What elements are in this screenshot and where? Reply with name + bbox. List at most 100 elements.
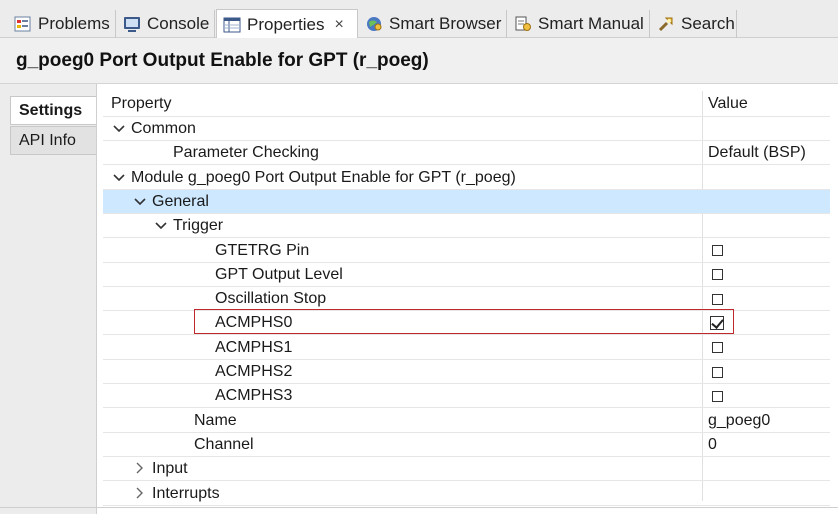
property-label: Module g_poeg0 Port Output Enable for GP… (131, 168, 516, 186)
table-row[interactable]: ACMPHS3 (103, 384, 830, 409)
property-cell: ACMPHS3 (103, 384, 793, 408)
view-tab-bar: Problems Console Properties × Smart Brow… (0, 0, 838, 39)
table-row[interactable]: GPT Output Level (103, 263, 830, 287)
checkbox[interactable] (712, 390, 723, 402)
value-cell[interactable]: 0 (703, 433, 830, 457)
checkbox[interactable] (712, 269, 723, 281)
tab-console[interactable]: Console (117, 10, 215, 38)
property-cell: Channel (103, 433, 772, 457)
property-label: ACMPHS1 (215, 338, 293, 356)
value-cell[interactable] (703, 166, 830, 190)
property-cell: General (103, 190, 730, 214)
side-tab-settings[interactable]: Settings (10, 96, 96, 125)
side-tab-bar: Settings API Info (0, 84, 97, 514)
value-cell[interactable] (703, 214, 830, 238)
value-cell[interactable] (703, 482, 830, 506)
table-header: Property Value (103, 91, 830, 117)
property-cell: ACMPHS0 (103, 311, 793, 335)
property-table: Property Value Common Parameter Checking D… (103, 91, 830, 506)
tab-search[interactable]: Search (651, 10, 737, 38)
tab-smart-browser[interactable]: Smart Browser (359, 10, 507, 38)
tab-smart-manual[interactable]: Smart Manual (508, 10, 650, 38)
property-label: Channel (194, 435, 254, 453)
value-cell[interactable]: Default (BSP) (703, 141, 830, 165)
property-cell: GPT Output Level (103, 263, 793, 287)
checkbox[interactable] (712, 366, 723, 378)
property-cell: Interrupts (103, 482, 730, 506)
property-value: 0 (708, 435, 717, 453)
property-label: Common (131, 120, 196, 137)
property-cell: Module g_poeg0 Port Output Enable for GP… (103, 166, 709, 190)
table-row[interactable]: ACMPHS1 (103, 336, 830, 360)
value-cell[interactable] (703, 384, 830, 408)
property-label: Input (152, 460, 188, 478)
table-row[interactable]: ACMPHS2 (103, 360, 830, 384)
checkbox[interactable] (712, 245, 723, 256)
property-label: Trigger (173, 217, 224, 235)
close-icon[interactable]: × (334, 16, 343, 34)
property-label: Parameter Checking (173, 144, 319, 162)
chevron-right-icon[interactable] (132, 461, 148, 477)
property-label: Oscillation Stop (215, 290, 327, 308)
property-cell: ACMPHS1 (103, 336, 793, 360)
property-cell: Common (103, 117, 709, 141)
table-row[interactable]: GTETRG Pin (103, 239, 830, 263)
properties-icon (223, 16, 241, 34)
console-icon (123, 15, 141, 33)
property-label: ACMPHS2 (215, 363, 293, 380)
property-cell: GTETRG Pin (103, 239, 793, 263)
value-cell[interactable] (703, 457, 830, 481)
checkbox[interactable] (712, 293, 723, 305)
value-cell[interactable] (703, 263, 830, 287)
property-cell: Input (103, 457, 730, 481)
table-row[interactable]: Input (103, 457, 830, 482)
tab-label: Properties (247, 14, 325, 34)
property-label: Interrupts (152, 484, 220, 502)
value-cell[interactable] (703, 360, 830, 384)
checkbox-checked[interactable] (710, 316, 724, 331)
table-row[interactable]: Name g_poeg0 (103, 409, 830, 433)
table-row[interactable]: Channel 0 (103, 433, 830, 457)
chevron-down-icon[interactable] (111, 121, 127, 137)
value-cell[interactable] (703, 311, 830, 335)
property-value: g_poeg0 (708, 411, 771, 429)
search-icon (657, 15, 675, 33)
property-label: ACMPHS3 (215, 387, 293, 405)
table-row[interactable]: Oscillation Stop (103, 287, 830, 312)
table-row[interactable]: Interrupts (103, 482, 830, 506)
side-tab-label: Settings (19, 101, 83, 119)
header-value: Value (708, 95, 748, 112)
property-cell: Name (103, 409, 772, 433)
table-row[interactable]: Common (103, 117, 830, 141)
property-cell: Trigger (103, 214, 751, 238)
property-label: General (152, 192, 209, 210)
chevron-down-icon[interactable] (153, 218, 169, 234)
table-row[interactable]: Module g_poeg0 Port Output Enable for GP… (103, 166, 830, 190)
value-cell[interactable] (703, 190, 830, 214)
properties-title-bar: g_poeg0 Port Output Enable for GPT (r_po… (0, 38, 838, 84)
page-title: g_poeg0 Port Output Enable for GPT (r_po… (16, 50, 429, 71)
table-row[interactable]: Parameter Checking Default (BSP) (103, 141, 830, 166)
value-cell[interactable] (703, 117, 830, 141)
bottom-divider (0, 507, 838, 508)
property-label: GTETRG Pin (215, 241, 310, 259)
checkbox[interactable] (712, 342, 723, 354)
side-tab-api-info[interactable]: API Info (10, 126, 96, 155)
property-value: Default (BSP) (708, 144, 806, 162)
tab-label: Search (681, 14, 735, 33)
problems-icon (14, 15, 32, 33)
chevron-right-icon[interactable] (132, 486, 148, 502)
chevron-down-icon[interactable] (132, 194, 148, 210)
value-cell[interactable] (703, 336, 830, 360)
table-row[interactable]: ACMPHS0 (103, 311, 830, 336)
tab-properties[interactable]: Properties × (216, 9, 358, 39)
value-cell[interactable] (703, 287, 830, 311)
smart-browser-icon (365, 15, 383, 33)
table-row[interactable]: General (103, 189, 830, 214)
tab-problems[interactable]: Problems (8, 10, 116, 38)
smart-manual-icon (514, 15, 532, 33)
value-cell[interactable]: g_poeg0 (703, 409, 830, 433)
table-row[interactable]: Trigger (103, 214, 830, 239)
value-cell[interactable] (703, 239, 830, 263)
chevron-down-icon[interactable] (111, 170, 127, 186)
